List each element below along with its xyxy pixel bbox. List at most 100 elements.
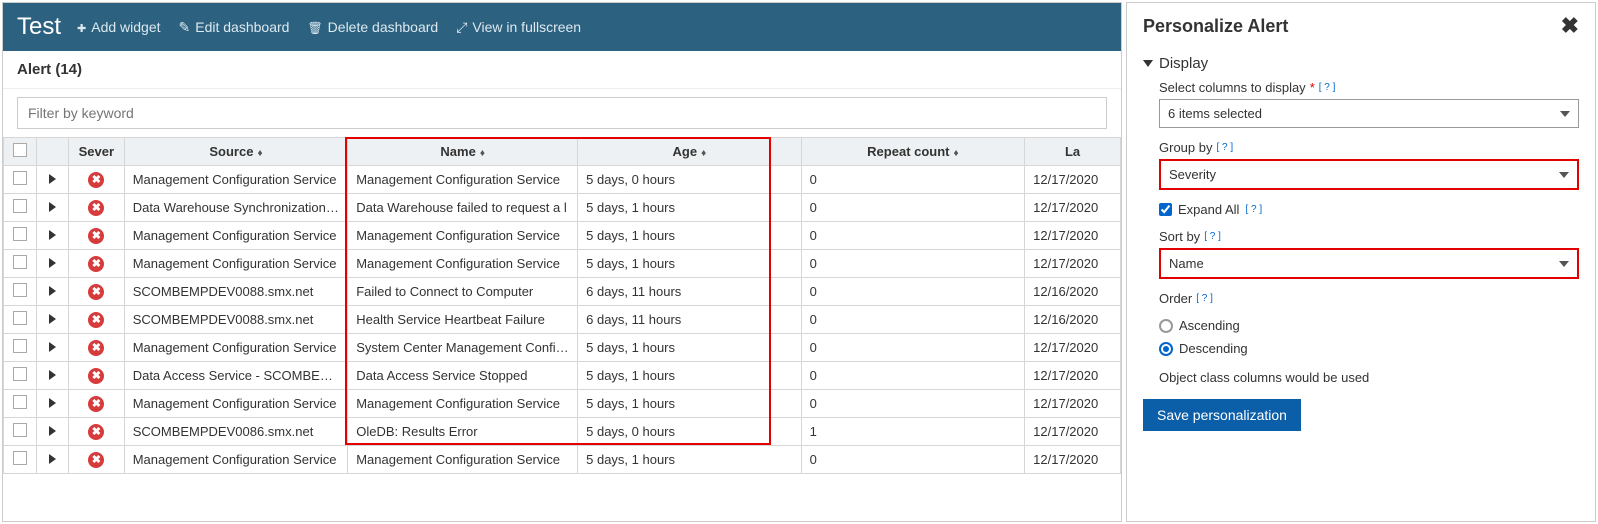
row-checkbox[interactable] (13, 423, 27, 437)
table-row[interactable]: ✖Management Configuration ServiceManagem… (4, 390, 1121, 418)
columns-multiselect[interactable]: 6 items selected (1159, 99, 1579, 128)
help-icon[interactable]: [ ? ] (1216, 142, 1233, 153)
severity-critical-icon: ✖ (88, 452, 104, 468)
cell-age: 5 days, 1 hours (578, 362, 802, 390)
cell-repeat: 0 (801, 250, 1025, 278)
cell-name: Data Access Service Stopped (348, 362, 578, 390)
col-age[interactable]: Age♦ (578, 138, 802, 166)
expand-row-icon[interactable] (49, 370, 56, 380)
table-row[interactable]: ✖Data Warehouse Synchronization SeData W… (4, 194, 1121, 222)
table-row[interactable]: ✖SCOMBEMPDEV0088.smx.netHealth Service H… (4, 306, 1121, 334)
cell-age: 5 days, 1 hours (578, 334, 802, 362)
table-row[interactable]: ✖SCOMBEMPDEV0088.smx.netFailed to Connec… (4, 278, 1121, 306)
row-checkbox[interactable] (13, 255, 27, 269)
edit-dashboard-button[interactable]: Edit dashboard (179, 19, 290, 36)
col-name[interactable]: Name♦ (348, 138, 578, 166)
expand-all-checkbox[interactable] (1159, 203, 1172, 216)
cell-name: Health Service Heartbeat Failure (348, 306, 578, 334)
fullscreen-button[interactable]: View in fullscreen (456, 19, 581, 36)
display-section-toggle[interactable]: Display (1143, 55, 1579, 72)
order-ascending-radio[interactable]: Ascending (1159, 318, 1579, 333)
table-row[interactable]: ✖Management Configuration ServiceSystem … (4, 334, 1121, 362)
table-row[interactable]: ✖Data Access Service - SCOMBEMPDEData Ac… (4, 362, 1121, 390)
cell-name: System Center Management Configu (348, 334, 578, 362)
cell-last: 12/17/2020 (1025, 166, 1121, 194)
cell-repeat: 0 (801, 222, 1025, 250)
cell-last: 12/17/2020 (1025, 194, 1121, 222)
sort-by-select[interactable]: Name (1159, 248, 1579, 279)
cell-age: 5 days, 1 hours (578, 250, 802, 278)
cell-name: Management Configuration Service (348, 250, 578, 278)
row-checkbox[interactable] (13, 199, 27, 213)
cell-last: 12/17/2020 (1025, 222, 1121, 250)
severity-critical-icon: ✖ (88, 424, 104, 440)
row-checkbox[interactable] (13, 395, 27, 409)
col-repeat[interactable]: Repeat count♦ (801, 138, 1025, 166)
expand-row-icon[interactable] (49, 342, 56, 352)
help-icon[interactable]: [ ? ] (1196, 293, 1213, 304)
row-checkbox[interactable] (13, 339, 27, 353)
expand-row-icon[interactable] (49, 398, 56, 408)
cell-source: Management Configuration Service (124, 250, 348, 278)
main-content: Test Add widget Edit dashboard Delete da… (2, 2, 1122, 522)
expand-row-icon[interactable] (49, 286, 56, 296)
dashboard-toolbar: Test Add widget Edit dashboard Delete da… (3, 3, 1121, 51)
sort-by-label: Sort by[ ? ] (1159, 229, 1579, 244)
row-checkbox[interactable] (13, 367, 27, 381)
row-checkbox[interactable] (13, 283, 27, 297)
row-checkbox[interactable] (13, 311, 27, 325)
table-row[interactable]: ✖Management Configuration ServiceManagem… (4, 222, 1121, 250)
alerts-table-wrap: Sever Source♦ Name♦ Age♦ Repeat count♦ L… (3, 137, 1121, 474)
cell-source: Data Access Service - SCOMBEMPDE (124, 362, 348, 390)
help-icon[interactable]: [ ? ] (1204, 231, 1221, 242)
help-icon[interactable]: [ ? ] (1245, 204, 1262, 215)
cell-last: 12/16/2020 (1025, 278, 1121, 306)
cell-repeat: 0 (801, 306, 1025, 334)
expand-row-icon[interactable] (49, 202, 56, 212)
table-row[interactable]: ✖Management Configuration ServiceManagem… (4, 446, 1121, 474)
expand-row-icon[interactable] (49, 230, 56, 240)
table-row[interactable]: ✖ Management Configuration ServiceManagem… (4, 250, 1121, 278)
sort-icon: ♦ (480, 148, 485, 159)
cell-last: 12/17/2020 (1025, 334, 1121, 362)
alerts-table: Sever Source♦ Name♦ Age♦ Repeat count♦ L… (3, 137, 1121, 474)
radio-icon (1159, 319, 1173, 333)
widget-title: Alert (14) (3, 51, 1121, 89)
order-descending-radio[interactable]: Descending (1159, 341, 1579, 356)
cell-repeat: 0 (801, 362, 1025, 390)
expand-row-icon[interactable] (49, 426, 56, 436)
row-checkbox[interactable] (13, 451, 27, 465)
chevron-down-icon (1560, 111, 1570, 117)
cell-repeat: 0 (801, 194, 1025, 222)
row-checkbox[interactable] (13, 227, 27, 241)
order-label: Order[ ? ] (1159, 291, 1579, 306)
expand-row-icon[interactable] (49, 454, 56, 464)
close-icon[interactable]: ✖ (1561, 13, 1579, 39)
save-personalization-button[interactable]: Save personalization (1143, 399, 1301, 431)
filter-input[interactable] (17, 97, 1107, 129)
cell-age: 5 days, 0 hours (578, 166, 802, 194)
table-row[interactable]: ✖Management Configuration ServiceManagem… (4, 166, 1121, 194)
chevron-down-icon (1559, 172, 1569, 178)
cell-name: Data Warehouse failed to request a l (348, 194, 578, 222)
col-last[interactable]: La (1025, 138, 1121, 166)
col-source[interactable]: Source♦ (124, 138, 348, 166)
cell-source: Data Warehouse Synchronization Se (124, 194, 348, 222)
cell-name: Management Configuration Service (348, 446, 578, 474)
expand-row-icon[interactable] (49, 258, 56, 268)
table-row[interactable]: ✖SCOMBEMPDEV0086.smx.netOleDB: Results E… (4, 418, 1121, 446)
delete-dashboard-button[interactable]: Delete dashboard (307, 19, 438, 35)
expand-row-icon[interactable] (49, 174, 56, 184)
expand-row-icon[interactable] (49, 314, 56, 324)
cell-source: Management Configuration Service (124, 166, 348, 194)
pencil-icon (179, 19, 191, 36)
help-icon[interactable]: [ ? ] (1319, 82, 1336, 93)
add-widget-button[interactable]: Add widget (77, 19, 161, 35)
group-by-select[interactable]: Severity (1159, 159, 1579, 190)
col-severity[interactable]: Sever (68, 138, 124, 166)
severity-critical-icon: ✖ (88, 256, 104, 272)
cell-name: OleDB: Results Error (348, 418, 578, 446)
select-all-checkbox[interactable] (13, 143, 27, 157)
trash-icon (307, 19, 322, 35)
row-checkbox[interactable] (13, 171, 27, 185)
